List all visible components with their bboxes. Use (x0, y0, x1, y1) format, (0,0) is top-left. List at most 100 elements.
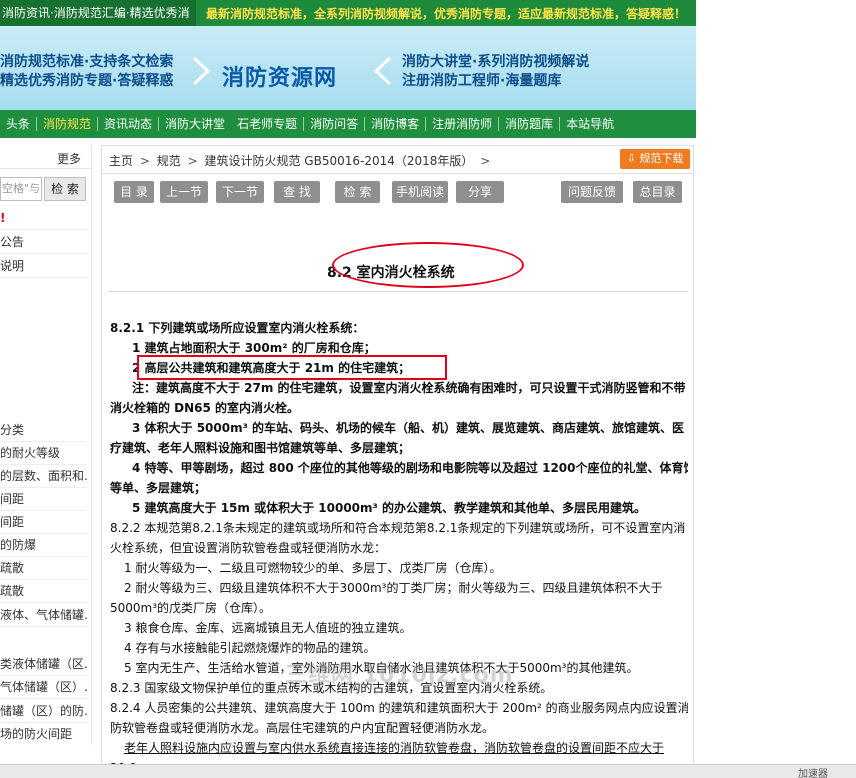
browser-status-bar: 加速器 (0, 764, 856, 778)
sidebar-search-button[interactable]: 检 索 (44, 177, 86, 201)
red-ellipse-annotation (332, 242, 524, 288)
sidebar-divider (0, 579, 86, 580)
sidebar-header: 更多 (0, 145, 91, 169)
sidebar-divider (0, 464, 86, 465)
clause-8-2-4: 8.2.4 人员密集的公共建筑、建筑高度大于 100m 的建筑和建筑面积大于 2… (110, 701, 688, 715)
sidebar-item[interactable]: 的层数、面积和... (0, 467, 88, 485)
feedback-button[interactable]: 问题反馈 (561, 181, 623, 203)
clause-8-2-1: 8.2.1 下列建筑或场所应设置室内消火栓系统： (110, 321, 365, 335)
nav-item-site-map[interactable]: 本站导航 (560, 110, 620, 138)
main-nav: 头条 消防规范 资讯动态 消防大讲堂 石老师专题 消防问答 消防博客 注册消防师… (0, 110, 696, 138)
top-strip: 消防资讯·消防规范汇编·精选优秀消 最新消防规范标准，全系列消防视频解说，优秀消… (0, 0, 696, 26)
sidebar-item[interactable]: 场的防火间距 (0, 725, 88, 743)
watermark: 三维网 1010jz.com (285, 663, 514, 688)
download-code-button[interactable]: ⇩ 规范下载 (620, 149, 690, 169)
site-banner: 消防规范标准·支持条文检索 精选优秀消防专题·答疑释惑 消防资源网 消防大讲堂·… (0, 26, 696, 110)
nav-item-teacher-shi[interactable]: 石老师专题 (231, 110, 303, 138)
banner-right-line1: 消防大讲堂·系列消防视频解说 (402, 54, 590, 70)
sidebar-divider (0, 533, 86, 534)
accelerator-label[interactable]: 加速器 (798, 765, 828, 778)
chevron-left-icon (373, 56, 392, 86)
next-section-button[interactable]: 下一节 (216, 181, 264, 203)
sidebar-divider (0, 602, 86, 603)
sidebar-item[interactable]: 的防爆 (0, 536, 88, 554)
sidebar-divider (0, 253, 86, 254)
clause-item: 5 建筑高度大于 15m 或体积大于 10000m³ 的办公建筑、教学建筑和其他… (132, 501, 646, 515)
sidebar-item[interactable]: 气体储罐（区）... (0, 678, 88, 696)
nav-item-news[interactable]: 资讯动态 (98, 110, 158, 138)
clause-item: 4 特等、甲等剧场，超过 800 个座位的其他等级的剧场和电影院等以及超过 12… (132, 461, 688, 475)
chevron-right-icon (192, 56, 211, 86)
banner-right-slogan: 消防大讲堂·系列消防视频解说 注册消防工程师·海量题库 (402, 53, 589, 91)
site-logo[interactable]: 消防资源网 (222, 60, 337, 92)
search-button[interactable]: 检 索 (335, 181, 380, 203)
sidebar-divider (0, 487, 86, 488)
sidebar-divider (0, 510, 86, 511)
nav-item-headlines[interactable]: 头条 (0, 110, 36, 138)
banner-left-line2: 精选优秀消防专题·答疑释惑 (0, 73, 174, 89)
sidebar-divider (0, 277, 86, 278)
clause-item-continued: 疗建筑、老年人照料设施和图书馆建筑等单、多层建筑； (110, 441, 411, 455)
share-button[interactable]: 分享 (456, 181, 504, 203)
clause-item: 3 粮食仓库、金库、远离城镇且无人值班的独立建筑。 (124, 621, 412, 635)
sidebar-item[interactable]: 储罐（区）的防... (0, 702, 88, 720)
clause-note: 注：建筑高度不大于 27m 的住宅建筑，设置室内消火栓系统确有困难时，可只设置干… (132, 381, 686, 395)
breadcrumb-document[interactable]: 建筑设计防火规范 GB50016-2014（2018年版） (204, 154, 473, 168)
clause-8-2-4-paragraph: 老年人照料设施内应设置与室内供水系统直接连接的消防软管卷盘，消防软管卷盘的设置间… (124, 741, 665, 755)
sidebar-item[interactable]: 的耐火等级 (0, 444, 88, 462)
red-box-annotation (137, 355, 447, 380)
nav-item-blog[interactable]: 消防博客 (365, 110, 425, 138)
sidebar-divider (0, 556, 86, 557)
banner-right-line2: 注册消防工程师·海量题库 (402, 73, 562, 89)
left-sidebar: 更多 空格"与 检 索 ! 公告 说明 分类 的耐火等级 的层数、面积和... … (0, 145, 92, 745)
sidebar-item[interactable]: 间距 (0, 513, 88, 531)
clause-8-2-2: 8.2.2 本规范第8.2.1条未规定的建筑或场所和符合本规范第8.2.1条规定… (110, 521, 686, 535)
clause-item-continued: 5000m³的戊类厂房（仓库）。 (110, 601, 272, 615)
sidebar-item[interactable]: 液体、气体储罐... (0, 606, 88, 624)
sidebar-divider (0, 229, 86, 230)
nav-item-registered-engineer[interactable]: 注册消防师 (426, 110, 498, 138)
nav-item-lectures[interactable]: 消防大讲堂 (159, 110, 231, 138)
clause-note-continued: 消火栓箱的 DN65 的室内消火栓。 (110, 401, 300, 415)
sidebar-divider (0, 698, 86, 699)
find-button[interactable]: 查 找 (274, 181, 320, 203)
sidebar-item[interactable]: 分类 (0, 421, 88, 439)
sidebar-divider (0, 441, 86, 442)
top-strip-left-text[interactable]: 消防资讯·消防规范汇编·精选优秀消 (0, 0, 196, 26)
sidebar-more-link[interactable]: 更多 (57, 150, 81, 167)
download-icon: ⇩ (626, 152, 640, 165)
sidebar-search-input[interactable]: 空格"与 (0, 177, 42, 201)
sidebar-divider (0, 626, 86, 627)
nav-item-fire-codes[interactable]: 消防规范 (37, 110, 97, 138)
contents-button[interactable]: 目 录 (114, 181, 154, 203)
breadcrumb-divider (102, 173, 693, 174)
clause-8-2-4-continued: 防软管卷盘或轻便消防水龙。高层住宅建筑的户内宜配置轻便消防水龙。 (110, 721, 495, 735)
previous-section-button[interactable]: 上一节 (160, 181, 208, 203)
master-index-button[interactable]: 总目录 (633, 181, 682, 203)
sidebar-divider (0, 722, 86, 723)
breadcrumb-separator: > (187, 154, 198, 168)
sidebar-item[interactable]: ! (0, 209, 88, 227)
sidebar-item[interactable]: 疏散 (0, 582, 88, 600)
nav-item-qa[interactable]: 消防问答 (304, 110, 364, 138)
sidebar-item[interactable]: 类液体储罐（区... (0, 655, 88, 673)
clause-item: 3 体积大于 5000m³ 的车站、码头、机场的候车（船、机）建筑、展览建筑、商… (132, 421, 685, 435)
code-text: 8.2.1 下列建筑或场所应设置室内消火栓系统： 1 建筑占地面积大于 300m… (110, 318, 688, 777)
sidebar-item[interactable]: 疏散 (0, 559, 88, 577)
nav-item-question-bank[interactable]: 消防题库 (499, 110, 559, 138)
title-divider (108, 291, 688, 292)
sidebar-item[interactable]: 公告 (0, 233, 88, 251)
clause-item: 2 耐火等级为三、四级且建筑体积不大于3000m³的丁类厂房；耐火等级为三、四级… (124, 581, 663, 595)
breadcrumb-home[interactable]: 主页 (109, 154, 133, 168)
clause-item: 1 耐火等级为一、二级且可燃物较少的单、多层丁、戊类厂房（仓库）。 (124, 561, 502, 575)
mobile-reading-button[interactable]: 手机阅读 (392, 181, 448, 203)
download-code-label: 规范下载 (639, 152, 684, 165)
sidebar-item[interactable]: 间距 (0, 490, 88, 508)
sidebar-item[interactable]: 说明 (0, 257, 88, 275)
top-strip-right-text[interactable]: 最新消防规范标准，全系列消防视频解说，优秀消防专题，适应最新规范标准，答疑释惑！ (196, 5, 686, 22)
clause-item: 4 存有与水接触能引起燃烧爆炸的物品的建筑。 (124, 641, 376, 655)
breadcrumb-category[interactable]: 规范 (157, 154, 181, 168)
breadcrumb-separator: > (480, 154, 491, 168)
clause-8-2-2-continued: 火栓系统，但宜设置消防软管卷盘或轻便消防水龙： (110, 541, 387, 555)
breadcrumb-separator: > (139, 154, 150, 168)
